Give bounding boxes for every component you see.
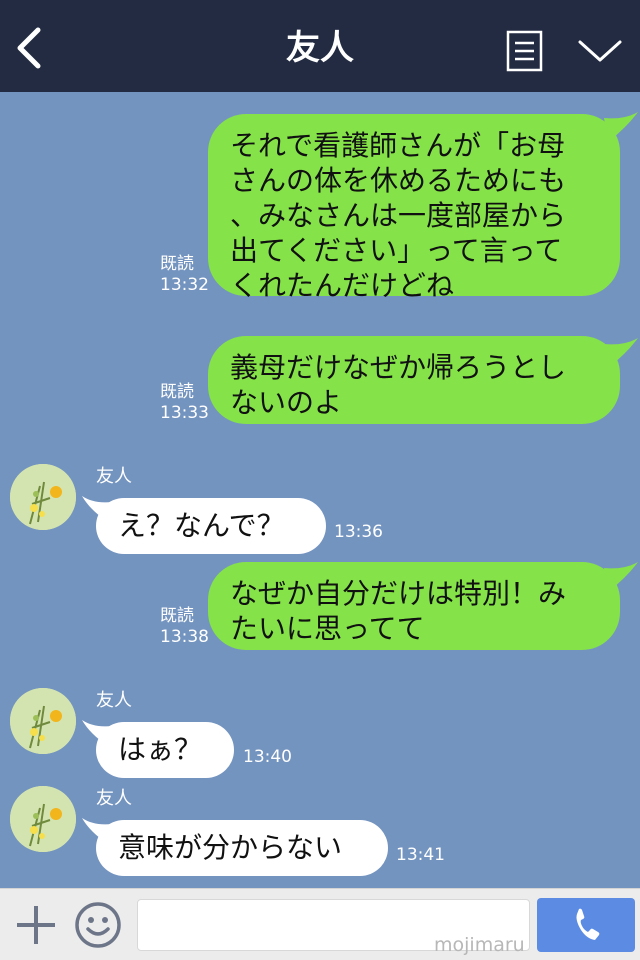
flower-icon xyxy=(10,786,76,852)
message-line: さんの体を休めるためにも xyxy=(230,164,567,197)
chat-header: 友人 xyxy=(0,0,640,92)
read-label: 既読 xyxy=(160,606,194,626)
phone-icon xyxy=(576,908,600,940)
message-line: たいに思ってて xyxy=(230,612,425,645)
message-bubble-incoming[interactable]: 意味が分からない xyxy=(96,820,388,876)
message-time: 13:36 xyxy=(334,522,383,542)
avatar[interactable] xyxy=(10,688,76,754)
message-time: 13:33 xyxy=(160,403,209,423)
read-receipt: 既読 13:32 xyxy=(160,254,209,296)
sender-name: 友人 xyxy=(96,788,132,809)
message-text: 意味が分からない xyxy=(118,831,343,864)
read-label: 既読 xyxy=(160,254,194,274)
flower-icon xyxy=(10,464,76,530)
input-bar xyxy=(0,888,640,960)
message-line: 、みなさんは一度部屋から xyxy=(230,199,567,232)
chevron-down-icon xyxy=(578,40,622,62)
avatar[interactable] xyxy=(10,464,76,530)
read-receipt: 既読 13:33 xyxy=(160,382,209,424)
message-time: 13:41 xyxy=(396,845,445,865)
message-line: 出てください」って言って xyxy=(230,234,563,267)
message-bubble-incoming[interactable]: え？なんで？ xyxy=(96,498,326,554)
plus-icon xyxy=(17,906,55,944)
watermark: mojimaru xyxy=(434,934,525,956)
avatar[interactable] xyxy=(10,786,76,852)
message-time: 13:32 xyxy=(160,275,209,295)
collapse-button[interactable] xyxy=(576,34,624,68)
message-line: 義母だけなぜか帰ろうとし xyxy=(230,351,567,384)
message-bubble-outgoing[interactable]: それで看護師さんが「お母 さんの体を休めるためにも 、みなさんは一度部屋から 出… xyxy=(208,114,620,302)
message-line: ないのよ xyxy=(230,386,343,419)
message-text: はぁ？ xyxy=(118,733,203,766)
message-line: それで看護師さんが「お母 xyxy=(230,129,566,162)
emoji-button[interactable] xyxy=(74,901,122,949)
message-text: え？なんで？ xyxy=(118,509,285,542)
message-bubble-outgoing[interactable]: なぜか自分だけは特別！み たいに思ってて xyxy=(208,562,620,650)
message-time: 13:40 xyxy=(243,747,292,767)
document-list-icon xyxy=(506,30,543,72)
smiley-icon xyxy=(75,902,121,948)
message-line: くれたんだけどね xyxy=(230,269,455,302)
message-time: 13:38 xyxy=(160,627,209,647)
read-label: 既読 xyxy=(160,382,194,402)
message-bubble-incoming[interactable]: はぁ？ xyxy=(96,722,234,778)
flower-icon xyxy=(10,688,76,754)
chat-title: 友人 xyxy=(286,28,354,68)
add-button[interactable] xyxy=(14,903,58,947)
sender-name: 友人 xyxy=(96,690,132,711)
message-bubble-outgoing[interactable]: 義母だけなぜか帰ろうとし ないのよ xyxy=(208,336,620,424)
menu-button[interactable] xyxy=(506,30,544,72)
sender-name: 友人 xyxy=(96,466,132,487)
message-line: なぜか自分だけは特別！み xyxy=(230,577,567,610)
read-receipt: 既読 13:38 xyxy=(160,606,209,648)
chat-area[interactable]: それで看護師さんが「お母 さんの体を休めるためにも 、みなさんは一度部屋から 出… xyxy=(0,92,640,888)
call-button[interactable] xyxy=(537,898,635,952)
